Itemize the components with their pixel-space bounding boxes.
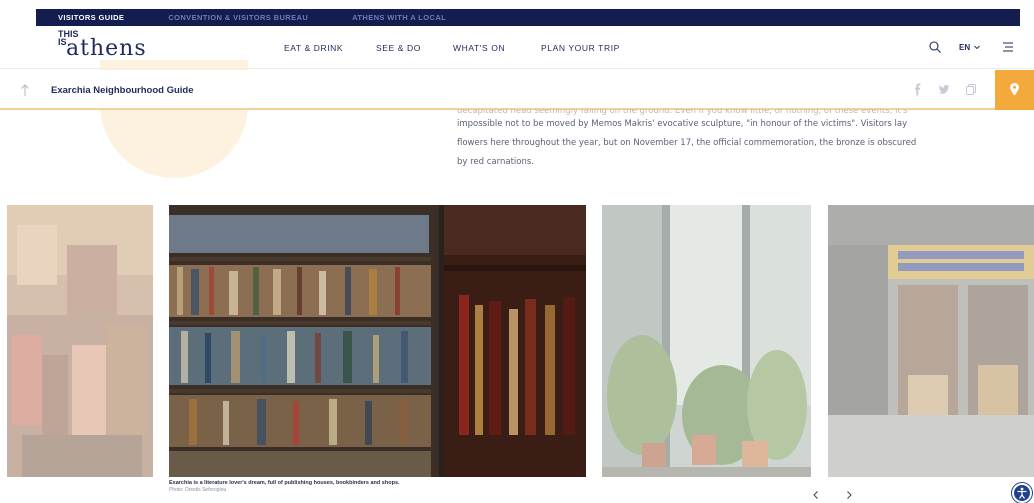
- records-image: [7, 205, 153, 477]
- top-strip: VISITORS GUIDE CONVENTION & VISITORS BUR…: [0, 0, 1034, 26]
- facebook-icon[interactable]: [912, 83, 924, 96]
- top-link-visitors-guide[interactable]: VISITORS GUIDE: [36, 9, 147, 26]
- top-nav-bar: VISITORS GUIDE CONVENTION & VISITORS BUR…: [36, 9, 1020, 26]
- accessibility-icon: [1017, 487, 1027, 499]
- top-link-convention-bureau[interactable]: CONVENTION & VISITORS BUREAU: [146, 9, 330, 26]
- top-link-athens-with-local[interactable]: ATHENS WITH A LOCAL: [330, 9, 468, 26]
- nav-see-do[interactable]: SEE & DO: [376, 43, 421, 53]
- map-pin-button[interactable]: [995, 70, 1034, 110]
- gallery-photo-records[interactable]: [7, 205, 153, 477]
- plants-image: [602, 205, 811, 477]
- map-pin-icon: [1010, 83, 1019, 96]
- language-selector[interactable]: EN: [959, 43, 981, 52]
- article-title: Exarchia Neighbourhood Guide: [51, 85, 194, 96]
- nav-whats-on[interactable]: WHAT'S ON: [453, 43, 505, 53]
- photo-caption: Exarchia is a literature lover's dream, …: [169, 480, 589, 494]
- paragraph-line: impossible not to be moved by Memos Makr…: [457, 119, 908, 129]
- gallery-photo-plants[interactable]: [602, 205, 811, 477]
- nav-plan-your-trip[interactable]: PLAN YOUR TRIP: [541, 43, 620, 53]
- carousel-prev-icon[interactable]: [812, 490, 820, 500]
- search-icon[interactable]: [928, 40, 942, 54]
- article-bar: Exarchia Neighbourhood Guide: [0, 70, 1034, 110]
- nav-eat-drink[interactable]: EAT & DRINK: [284, 43, 343, 53]
- shop-front-image: [828, 205, 1034, 477]
- twitter-icon[interactable]: [938, 83, 950, 96]
- gallery-photo-books[interactable]: [169, 205, 586, 477]
- menu-icon[interactable]: [1001, 40, 1015, 54]
- paragraph-line: by red carnations.: [457, 157, 534, 167]
- carousel-next-icon[interactable]: [845, 490, 853, 500]
- article-paragraph: decapitated head seemingly falling on th…: [457, 109, 952, 172]
- arrow-up-icon[interactable]: [20, 83, 30, 97]
- chevron-down-icon: [974, 46, 981, 50]
- copy-link-icon[interactable]: [965, 83, 977, 96]
- gallery-photo-shop[interactable]: [828, 205, 1034, 477]
- paragraph-line: flowers here throughout the year, but on…: [457, 138, 917, 148]
- caption-text: Exarchia is a literature lover's dream, …: [169, 480, 400, 486]
- accessibility-button[interactable]: [1012, 483, 1032, 503]
- bookshelf-image: [169, 205, 586, 477]
- language-label: EN: [959, 43, 971, 52]
- photo-credit: Photo: Orestis Seferoglou: [169, 487, 227, 493]
